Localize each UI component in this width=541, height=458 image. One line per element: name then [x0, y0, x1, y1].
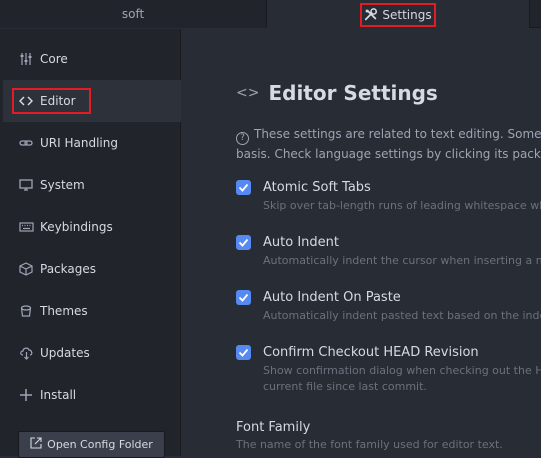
tab-soft[interactable]: soft [0, 0, 267, 28]
sidebar-item-label: Keybindings [40, 220, 113, 234]
tab-settings[interactable]: Settings [267, 0, 530, 28]
open-config-folder-label: Open Config Folder [47, 438, 153, 451]
sidebar-item-install[interactable]: Install [3, 374, 181, 416]
setting-description: Show confirmation dialog when checking o… [263, 364, 541, 377]
atomic-soft-tabs-checkbox[interactable] [236, 180, 251, 195]
sidebar-item-label: Core [40, 52, 68, 66]
monitor-icon [18, 177, 34, 193]
setting-title: Auto Indent On Paste [263, 290, 401, 305]
tab-soft-label: soft [121, 7, 145, 21]
editor-highlight-box [12, 88, 91, 114]
page-title: <> Editor Settings [236, 81, 438, 105]
setting-title: Confirm Checkout HEAD Revision [263, 345, 479, 360]
description-line-1: These settings are related to text editi… [254, 127, 541, 141]
setting-description: current file since last commit. [263, 380, 427, 393]
sidebar-item-label: System [40, 178, 85, 192]
setting-title: Atomic Soft Tabs [263, 180, 371, 195]
question-icon: ? [236, 132, 249, 145]
setting-description: Automatically indent the cursor when ins… [263, 254, 541, 267]
tools-icon [364, 8, 378, 22]
setting-auto-indent: Auto Indent Automatically indent the cur… [236, 235, 541, 269]
confirm-checkout-head-revision-checkbox[interactable] [236, 345, 251, 360]
link-icon [18, 135, 34, 151]
tab-settings-label: Settings [382, 8, 432, 22]
sliders-icon [18, 51, 34, 67]
setting-title: Auto Indent [263, 235, 339, 250]
check-icon [238, 238, 249, 247]
sidebar-item-label: Themes [40, 304, 88, 318]
check-icon [238, 348, 249, 357]
check-icon [238, 293, 249, 302]
setting-description: Skip over tab-length runs of leading whi… [263, 199, 541, 212]
paintcan-icon [18, 303, 34, 319]
open-config-folder-button[interactable]: Open Config Folder [18, 431, 165, 458]
tab-bar: soft Settings [0, 0, 541, 28]
sidebar-item-uri-handling[interactable]: URI Handling [3, 122, 181, 164]
sidebar-item-label: Updates [40, 346, 90, 360]
sidebar-item-packages[interactable]: Packages [3, 248, 181, 290]
settings-sidebar: Core Editor URI Handling System Keybindi… [0, 29, 181, 458]
auto-indent-checkbox[interactable] [236, 235, 251, 250]
section-description: ? These settings are related to text edit… [236, 125, 541, 163]
cloud-download-icon [18, 345, 34, 361]
check-icon [238, 183, 249, 192]
auto-indent-on-paste-checkbox[interactable] [236, 290, 251, 305]
sidebar-item-label: URI Handling [40, 136, 118, 150]
sidebar-item-updates[interactable]: Updates [3, 332, 181, 374]
setting-auto-indent-on-paste: Auto Indent On Paste Automatically inden… [236, 290, 541, 324]
font-family-description: The name of the font family used for edi… [236, 438, 503, 451]
tab-settings-highlight[interactable]: Settings [360, 3, 436, 27]
font-family-title: Font Family [236, 420, 311, 435]
external-link-icon [30, 437, 42, 452]
package-icon [18, 261, 34, 277]
sidebar-item-label: Install [40, 388, 77, 402]
editor-settings-panel: <> Editor Settings ? These settings are r… [182, 29, 541, 456]
sidebar-item-core[interactable]: Core [3, 38, 181, 80]
plus-icon [18, 387, 34, 403]
page-title-text: Editor Settings [268, 81, 438, 105]
setting-confirm-checkout-head-revision: Confirm Checkout HEAD Revision Show conf… [236, 345, 541, 395]
keyboard-icon [18, 219, 34, 235]
sidebar-item-label: Packages [40, 262, 96, 276]
code-icon: <> [236, 85, 260, 101]
sidebar-item-system[interactable]: System [3, 164, 181, 206]
sidebar-item-editor[interactable]: Editor [3, 80, 181, 122]
setting-atomic-soft-tabs: Atomic Soft Tabs Skip over tab-length ru… [236, 180, 541, 214]
sidebar-item-themes[interactable]: Themes [3, 290, 181, 332]
sidebar-item-keybindings[interactable]: Keybindings [3, 206, 181, 248]
setting-description: Automatically indent pasted text based o… [263, 309, 541, 322]
description-line-2: basis. Check language settings by clicki… [236, 147, 541, 161]
